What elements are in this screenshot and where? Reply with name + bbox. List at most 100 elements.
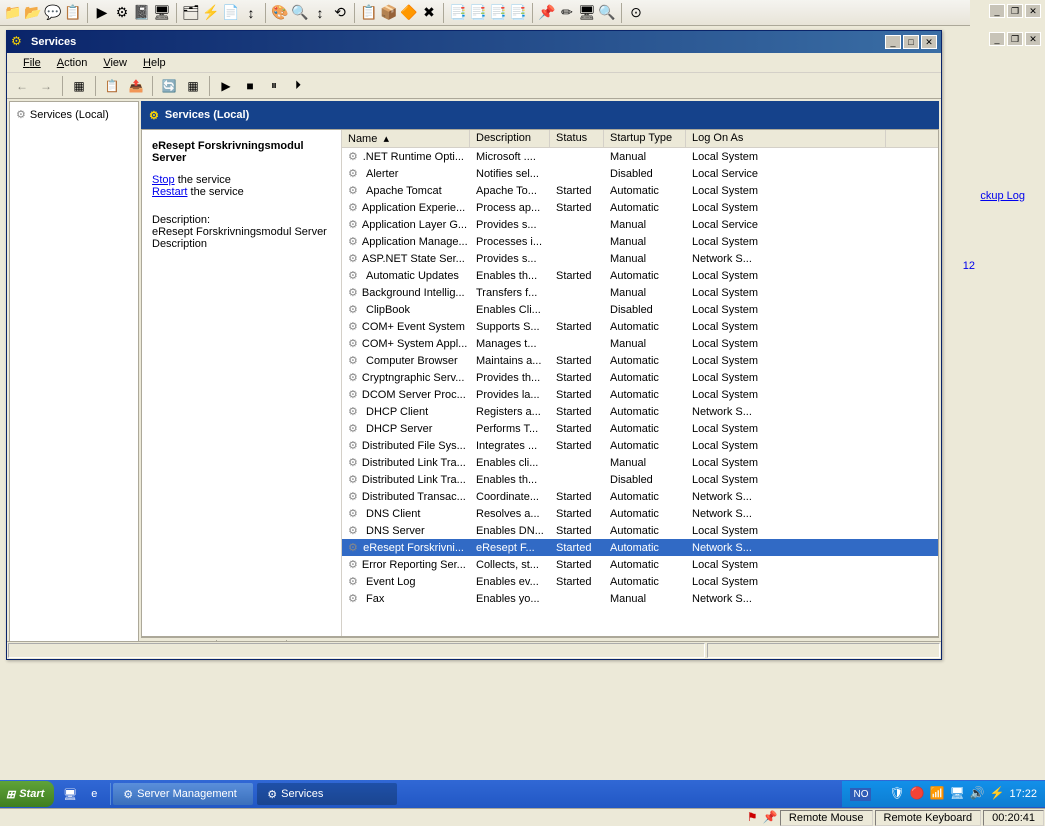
bg-restore-button[interactable]: ❐ (1007, 4, 1023, 18)
service-row[interactable]: ⚙eResept Forskrivni...eResept F...Starte… (342, 539, 938, 556)
close-button[interactable]: ✕ (921, 35, 937, 49)
minimize-button[interactable]: _ (885, 35, 901, 49)
service-row[interactable]: ⚙Background Intellig...Transfers f...Man… (342, 284, 938, 301)
backup-log-link[interactable]: ckup Log (980, 190, 1025, 202)
service-row[interactable]: ⚙Apache TomcatApache To...StartedAutomat… (342, 182, 938, 199)
service-row[interactable]: ⚙DHCP ClientRegisters a...StartedAutomat… (342, 403, 938, 420)
service-row[interactable]: ⚙COM+ Event SystemSupports S...StartedAu… (342, 318, 938, 335)
menu-help[interactable]: Help (135, 55, 174, 71)
start-service-button[interactable]: ▶ (215, 75, 237, 97)
toolbar-icon-5[interactable]: ⚙ (113, 4, 131, 22)
service-row[interactable]: ⚙.NET Runtime Opti...Microsoft ....Manua… (342, 148, 938, 165)
bg-close-button[interactable]: ✕ (1025, 4, 1041, 18)
toolbar-icon-2[interactable]: 💬 (44, 4, 62, 22)
menu-view[interactable]: View (95, 55, 135, 71)
language-indicator[interactable]: NO (850, 788, 871, 801)
service-row[interactable]: ⚙Distributed File Sys...Integrates ...St… (342, 437, 938, 454)
export-button[interactable]: 📤 (125, 75, 147, 97)
menu-file[interactable]: File (15, 55, 49, 71)
toolbar-icon-7[interactable]: 🖥 (153, 4, 171, 22)
toolbar-icon-17[interactable]: 📦 (380, 4, 398, 22)
toolbar-icon-0[interactable]: 📁 (4, 4, 22, 22)
toolbar-icon-3[interactable]: 📋 (64, 4, 82, 22)
remote-keyboard-indicator[interactable]: Remote Keyboard (875, 810, 982, 826)
toolbar-icon-4[interactable]: ▶ (93, 4, 111, 22)
remote-mouse-indicator[interactable]: Remote Mouse (780, 810, 873, 826)
back-button[interactable]: ← (11, 75, 33, 97)
restart-service-button[interactable]: ⏵ (287, 75, 309, 97)
service-row[interactable]: ⚙Application Layer G...Provides s...Manu… (342, 216, 938, 233)
taskbar-task[interactable]: ⚙Server Management (113, 783, 253, 805)
titlebar[interactable]: ⚙ Services _ □ ✕ (7, 31, 941, 53)
bg-minimize-button[interactable]: _ (989, 4, 1005, 18)
toolbar-icon-26[interactable]: 🖥 (578, 4, 596, 22)
toolbar-icon-8[interactable]: 🗂 (182, 4, 200, 22)
tray-icon-6[interactable]: ⚡ (989, 786, 1005, 802)
tray-icon-1[interactable]: 🛡 (889, 786, 905, 802)
quicklaunch-ie[interactable]: e (84, 784, 104, 804)
column-logon-as[interactable]: Log On As (686, 130, 886, 147)
bg2-minimize-button[interactable]: _ (989, 32, 1005, 46)
service-row[interactable]: ⚙AlerterNotifies sel...DisabledLocal Ser… (342, 165, 938, 182)
service-row[interactable]: ⚙Application Manage...Processes i...Manu… (342, 233, 938, 250)
toolbar-icon-18[interactable]: 🔶 (400, 4, 418, 22)
maximize-button[interactable]: □ (903, 35, 919, 49)
toolbar-icon-20[interactable]: 📑 (449, 4, 467, 22)
service-row[interactable]: ⚙Application Experie...Process ap...Star… (342, 199, 938, 216)
service-row[interactable]: ⚙ASP.NET State Ser...Provides s...Manual… (342, 250, 938, 267)
column-status[interactable]: Status (550, 130, 604, 147)
taskbar-task[interactable]: ⚙Services (257, 783, 397, 805)
service-row[interactable]: ⚙Automatic UpdatesEnables th...StartedAu… (342, 267, 938, 284)
toolbar-icon-23[interactable]: 📑 (509, 4, 527, 22)
toolbar-icon-11[interactable]: ↕ (242, 4, 260, 22)
toolbar-icon-14[interactable]: ↕ (311, 4, 329, 22)
column-startup-type[interactable]: Startup Type (604, 130, 686, 147)
service-row[interactable]: ⚙DNS ServerEnables DN...StartedAutomatic… (342, 522, 938, 539)
toolbar-icon-19[interactable]: ✖ (420, 4, 438, 22)
toolbar-icon-24[interactable]: 📌 (538, 4, 556, 22)
properties-button[interactable]: 📋 (101, 75, 123, 97)
refresh-button[interactable]: 🔄 (158, 75, 180, 97)
toolbar-icon-22[interactable]: 📑 (489, 4, 507, 22)
tray-icon-5[interactable]: 🔊 (969, 786, 985, 802)
service-row[interactable]: ⚙Distributed Transac...Coordinate...Star… (342, 488, 938, 505)
restart-service-link[interactable]: Restart (152, 186, 187, 198)
service-row[interactable]: ⚙Distributed Link Tra...Enables th...Dis… (342, 471, 938, 488)
quicklaunch-desktop[interactable]: 🖥 (60, 784, 80, 804)
stop-service-link[interactable]: Stop (152, 174, 175, 186)
service-row[interactable]: ⚙Computer BrowserMaintains a...StartedAu… (342, 352, 938, 369)
toolbar-icon-6[interactable]: 📓 (133, 4, 151, 22)
toolbar-icon-16[interactable]: 📋 (360, 4, 378, 22)
tree-root-services-local[interactable]: ⚙ Services (Local) (14, 106, 134, 123)
toolbar-icon-12[interactable]: 🎨 (271, 4, 289, 22)
service-row[interactable]: ⚙Cryptngraphic Serv...Provides th...Star… (342, 369, 938, 386)
toolbar-icon-21[interactable]: 📑 (469, 4, 487, 22)
toolbar-icon-9[interactable]: ⚡ (202, 4, 220, 22)
service-row[interactable]: ⚙COM+ System Appl...Manages t...ManualLo… (342, 335, 938, 352)
service-row[interactable]: ⚙Distributed Link Tra...Enables cli...Ma… (342, 454, 938, 471)
column-description[interactable]: Description (470, 130, 550, 147)
forward-button[interactable]: → (35, 75, 57, 97)
start-button[interactable]: ⊞ Start (0, 781, 54, 807)
bg2-close-button[interactable]: ✕ (1025, 32, 1041, 46)
column-name[interactable]: Name ▴ (342, 130, 470, 147)
clock[interactable]: 17:22 (1009, 788, 1037, 800)
stop-service-button[interactable]: ■ (239, 75, 261, 97)
service-row[interactable]: ⚙DNS ClientResolves a...StartedAutomatic… (342, 505, 938, 522)
tray-icon-3[interactable]: 📶 (929, 786, 945, 802)
service-row[interactable]: ⚙Event LogEnables ev...StartedAutomaticL… (342, 573, 938, 590)
service-row[interactable]: ⚙Error Reporting Ser...Collects, st...St… (342, 556, 938, 573)
toolbar-icon-15[interactable]: ⟲ (331, 4, 349, 22)
menu-action[interactable]: Action (49, 55, 96, 71)
bg2-restore-button[interactable]: ❐ (1007, 32, 1023, 46)
pause-service-button[interactable]: ⏸ (263, 75, 285, 97)
toolbar-icon-10[interactable]: 📄 (222, 4, 240, 22)
tray-icon-2[interactable]: 🔴 (909, 786, 925, 802)
service-row[interactable]: ⚙DHCP ServerPerforms T...StartedAutomati… (342, 420, 938, 437)
tray-icon-4[interactable]: 🖥 (949, 786, 965, 802)
toolbar-icon-27[interactable]: 🔍 (598, 4, 616, 22)
toolbar-icon-1[interactable]: 📂 (24, 4, 42, 22)
help-button[interactable]: ▦ (182, 75, 204, 97)
show-hide-tree-button[interactable]: ▦ (68, 75, 90, 97)
toolbar-icon-13[interactable]: 🔍 (291, 4, 309, 22)
